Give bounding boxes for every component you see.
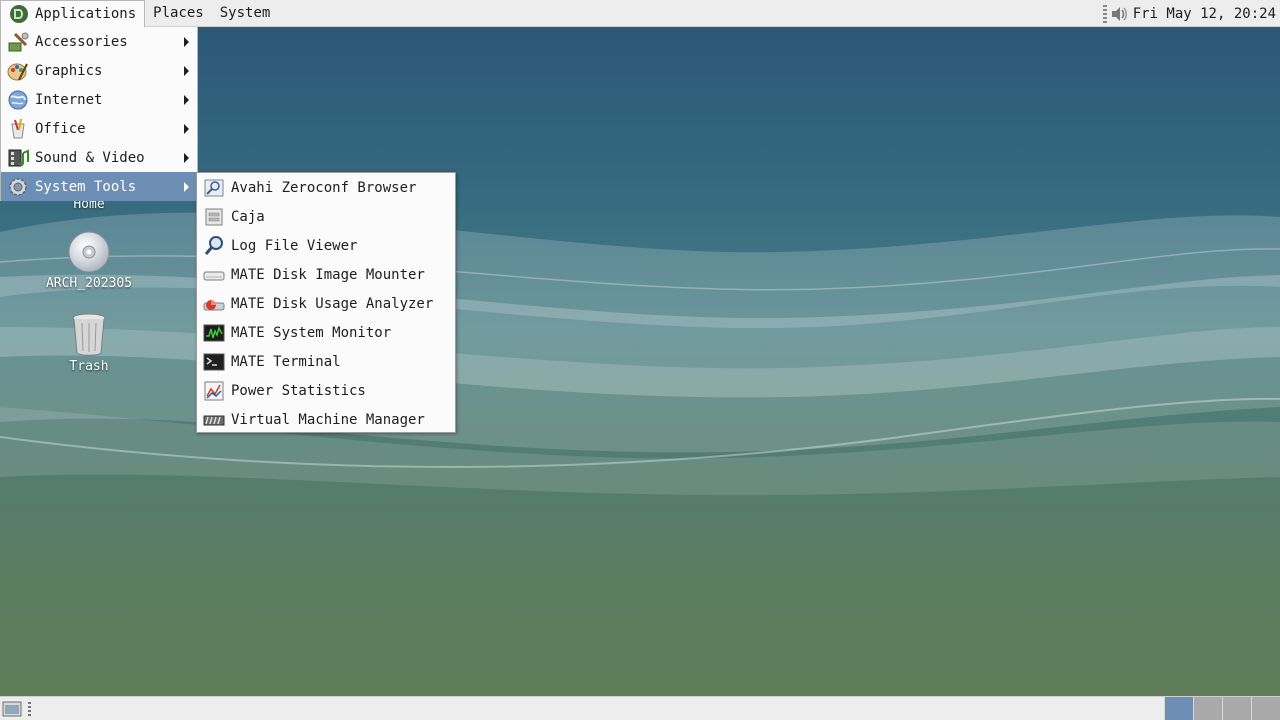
trash-icon: [72, 313, 106, 356]
virt-manager-icon: [203, 409, 225, 431]
submenu-item-label: Caja: [231, 208, 265, 225]
submenu-item-terminal[interactable]: MATE Terminal: [197, 347, 455, 376]
submenu-arrow-icon: [184, 95, 189, 105]
submenu-item-label: Power Statistics: [231, 382, 366, 399]
show-desktop-icon[interactable]: [2, 700, 22, 720]
bottom-panel: [0, 696, 1280, 720]
volume-icon[interactable]: [1109, 4, 1129, 24]
internet-globe-icon: [7, 89, 29, 111]
submenu-item-label: MATE Disk Usage Analyzer: [231, 295, 434, 312]
submenu-item-avahi[interactable]: Avahi Zeroconf Browser: [197, 173, 455, 202]
menu-item-label: Graphics: [35, 62, 103, 79]
power-statistics-icon: [203, 380, 225, 402]
menu-item-label: Sound & Video: [35, 149, 145, 166]
menu-item-label: Office: [35, 120, 86, 137]
submenu-arrow-icon: [184, 37, 189, 47]
menu-system-label: System: [219, 5, 271, 21]
mate-logo-icon: [9, 4, 29, 24]
submenu-item-virt-manager[interactable]: Virtual Machine Manager: [197, 405, 455, 434]
workspace-3[interactable]: [1222, 697, 1251, 720]
menu-places[interactable]: Places: [145, 0, 212, 27]
submenu-item-disk-image-mounter[interactable]: MATE Disk Image Mounter: [197, 260, 455, 289]
submenu-arrow-icon: [184, 182, 189, 192]
menu-applications-label: Applications: [35, 6, 137, 22]
sound-video-icon: [7, 147, 29, 169]
workspace-1[interactable]: [1164, 697, 1193, 720]
panel-notification-area: Fri May 12, 20:24: [1101, 0, 1276, 27]
desktop-icon-label: ARCH_202305: [45, 276, 133, 291]
submenu-item-label: MATE Disk Image Mounter: [231, 266, 425, 283]
menu-item-sound-video[interactable]: Sound & Video: [1, 143, 197, 172]
menu-places-label: Places: [153, 5, 204, 21]
submenu-item-label: Avahi Zeroconf Browser: [231, 179, 417, 196]
submenu-arrow-icon: [184, 124, 189, 134]
avahi-browser-icon: [203, 177, 225, 199]
disk-image-mounter-icon: [203, 264, 225, 286]
submenu-item-log-viewer[interactable]: Log File Viewer: [197, 231, 455, 260]
submenu-item-caja[interactable]: Caja: [197, 202, 455, 231]
panel-handle[interactable]: [1102, 4, 1107, 23]
accessories-icon: [7, 31, 29, 53]
submenu-item-disk-usage-analyzer[interactable]: MATE Disk Usage Analyzer: [197, 289, 455, 318]
log-viewer-icon: [203, 235, 225, 257]
disk-usage-analyzer-icon: [203, 293, 225, 315]
menu-item-system-tools[interactable]: System Tools: [1, 172, 197, 201]
terminal-icon: [203, 351, 225, 373]
panel-handle[interactable]: [28, 702, 31, 716]
submenu-item-label: Log File Viewer: [231, 237, 358, 254]
system-tools-submenu: Avahi Zeroconf Browser Caja Log File Vie…: [196, 172, 456, 433]
menu-system[interactable]: System: [212, 0, 279, 27]
optical-disc-icon: [68, 231, 110, 273]
desktop-icon-label: Trash: [69, 359, 109, 374]
workspace-2[interactable]: [1193, 697, 1222, 720]
caja-file-manager-icon: [203, 206, 225, 228]
submenu-item-label: MATE Terminal: [231, 353, 341, 370]
menu-applications[interactable]: Applications: [0, 0, 146, 28]
menu-item-internet[interactable]: Internet: [1, 85, 197, 114]
workspace-4[interactable]: [1251, 697, 1280, 720]
clock[interactable]: Fri May 12, 20:24: [1133, 6, 1276, 22]
menu-item-accessories[interactable]: Accessories: [1, 27, 197, 56]
menu-item-graphics[interactable]: Graphics: [1, 56, 197, 85]
submenu-item-system-monitor[interactable]: MATE System Monitor: [197, 318, 455, 347]
desktop-icon-trash[interactable]: Trash: [39, 311, 139, 374]
applications-menu: Accessories Graphics Internet Office Sou…: [0, 27, 198, 201]
office-icon: [7, 118, 29, 140]
submenu-arrow-icon: [184, 66, 189, 76]
submenu-item-power-statistics[interactable]: Power Statistics: [197, 376, 455, 405]
desktop-icon-disc[interactable]: ARCH_202305: [39, 230, 139, 291]
submenu-arrow-icon: [184, 153, 189, 163]
graphics-icon: [7, 60, 29, 82]
menu-item-label: Internet: [35, 91, 103, 108]
workspace-switcher: [1164, 697, 1280, 720]
submenu-item-label: Virtual Machine Manager: [231, 411, 425, 428]
menu-item-office[interactable]: Office: [1, 114, 197, 143]
menu-item-label: System Tools: [35, 178, 137, 195]
submenu-item-label: MATE System Monitor: [231, 324, 392, 341]
menu-item-label: Accessories: [35, 33, 128, 50]
system-monitor-icon: [203, 322, 225, 344]
system-tools-gear-icon: [7, 176, 29, 198]
top-panel: Applications Places System Fri May 12, 2…: [0, 0, 1280, 28]
